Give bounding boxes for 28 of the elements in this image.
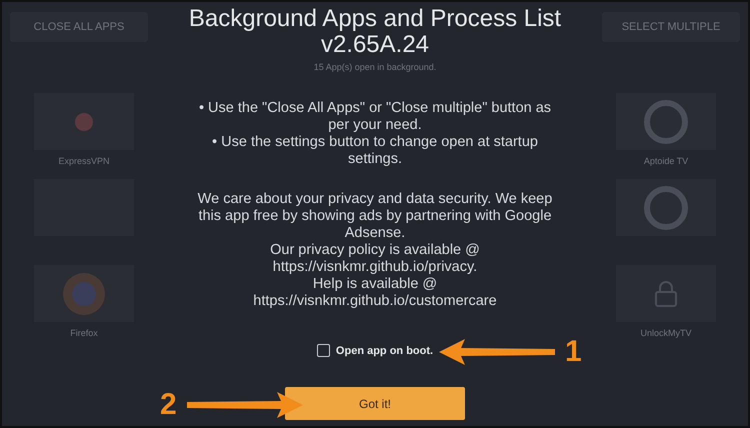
app-name: Aptoide TV (644, 156, 688, 167)
app-tile[interactable] (616, 93, 716, 150)
toolbar-button[interactable]: SELECT MULTIPLE (602, 12, 740, 42)
app-tile[interactable] (34, 93, 134, 150)
toolbar-button[interactable]: CLOSE ALL APPS (10, 12, 148, 42)
got-it-button[interactable]: Got it! (285, 387, 465, 420)
tip-text: • Use the settings button to change open at startup settings. (211, 134, 539, 168)
checkbox-label: Open app on boot. (336, 344, 434, 356)
ring-icon (644, 100, 688, 144)
app-tile[interactable] (616, 265, 716, 322)
arrow-icon (437, 337, 557, 367)
tip-text: • Use the "Close All Apps" or "Close multiple" button as per your need. (198, 100, 552, 134)
annotation-number: 2 (160, 390, 177, 420)
circle-icon (74, 112, 94, 132)
app-name: Firefox (70, 328, 98, 339)
privacy-text: We care about your privacy and data security. We keep this app free by showing ads by partnering with Google Adsense. Our privacy policy is available @ https://visnkmr.github.io/privacy. Help is available @ https://visnkmr.github.io/customercare (198, 191, 552, 310)
app-tile[interactable] (616, 179, 716, 236)
app-tile[interactable] (34, 265, 134, 322)
app-count: 15 App(s) open in background. (314, 62, 436, 73)
globe-icon (62, 272, 106, 316)
app-name: ExpressVPN (58, 156, 110, 167)
lock-icon (655, 280, 677, 306)
boot-checkbox[interactable] (316, 344, 330, 357)
ring-icon (644, 186, 688, 230)
app-name: UnlockMyTV (640, 328, 692, 339)
dialog-title: Background Apps and Process List v2.65A.24 (188, 6, 562, 58)
annotation-number: 1 (565, 337, 582, 367)
arrow-icon (184, 390, 305, 420)
